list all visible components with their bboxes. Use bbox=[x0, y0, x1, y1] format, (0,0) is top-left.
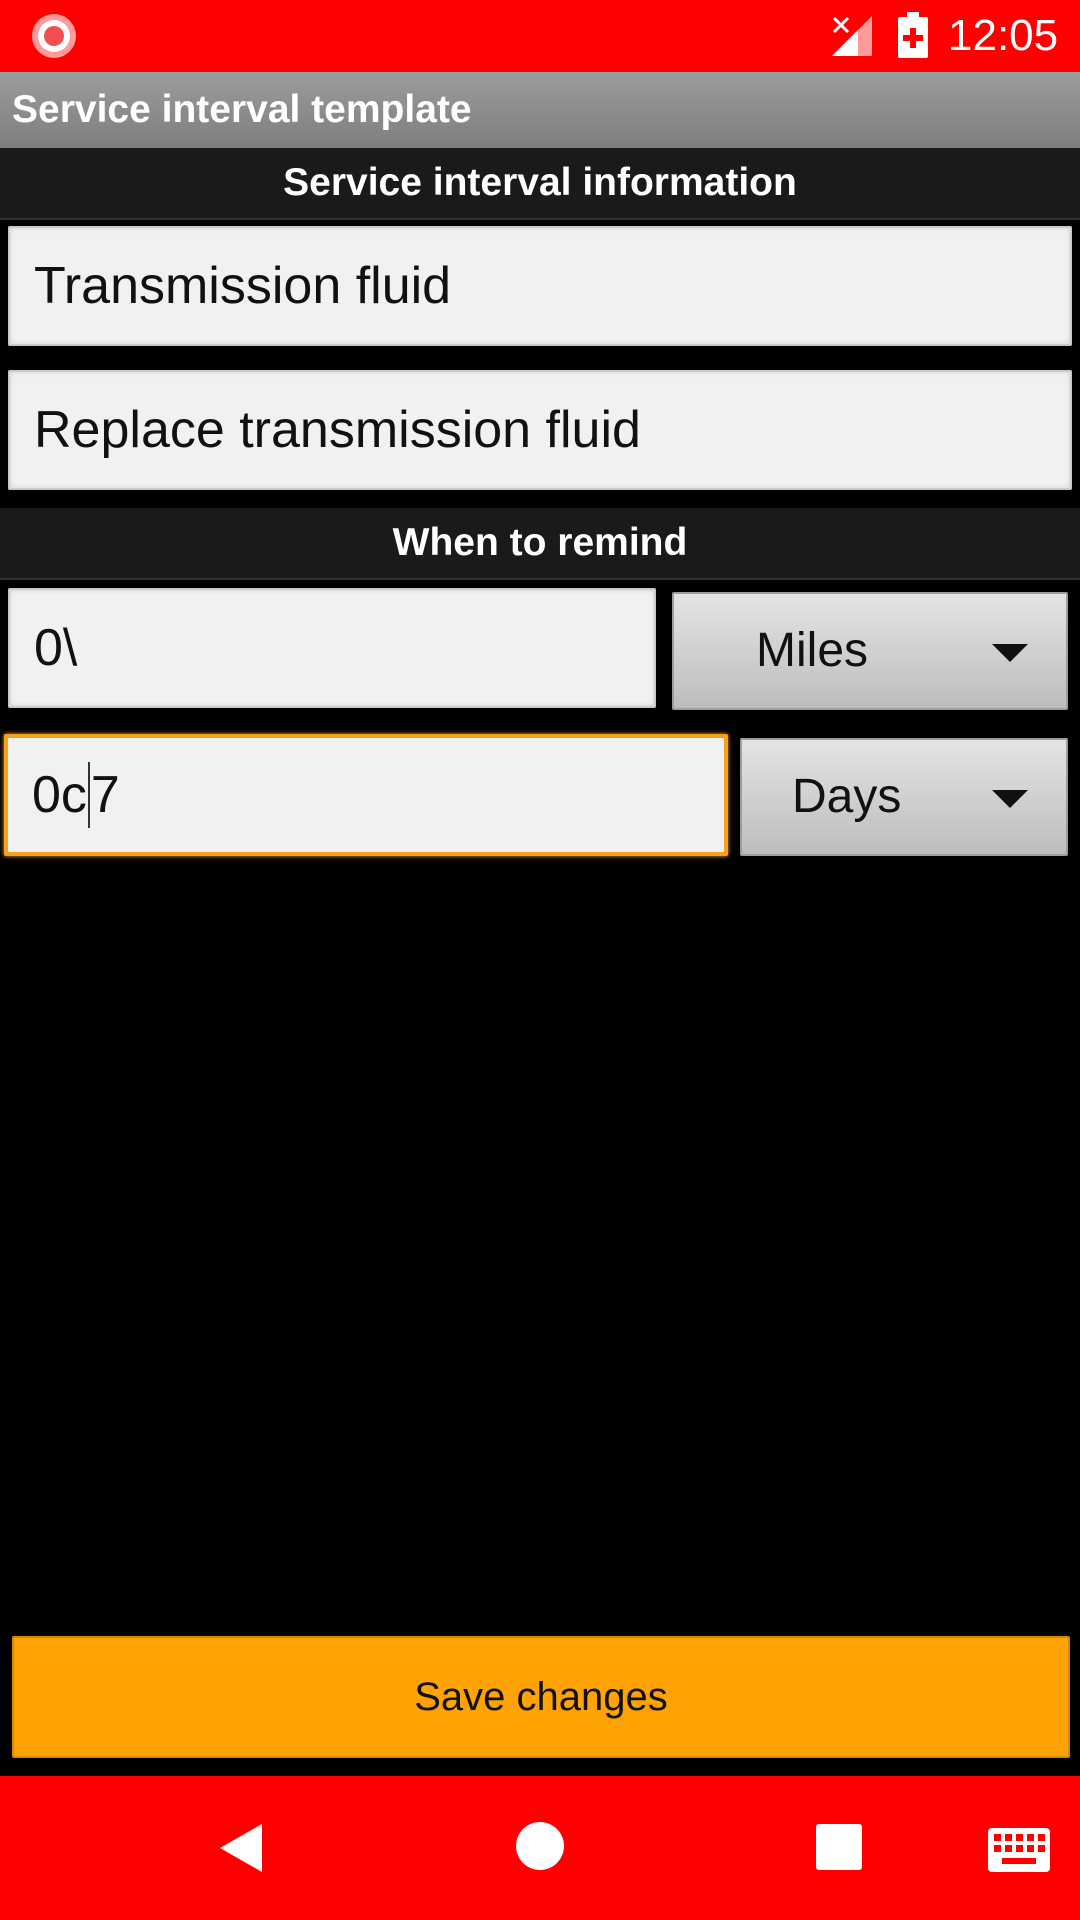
days-interval-field[interactable]: 0c 7 bbox=[4, 734, 728, 856]
description-field[interactable]: Replace transmission fluid bbox=[8, 370, 1072, 490]
record-icon bbox=[32, 14, 76, 58]
section-header-remind: When to remind bbox=[0, 508, 1080, 580]
battery-charging-icon bbox=[898, 12, 928, 58]
section-header-info: Service interval information bbox=[0, 148, 1080, 220]
page-title: Service interval template bbox=[12, 88, 472, 131]
distance-unit-spinner[interactable]: Miles bbox=[672, 592, 1068, 710]
status-time: 12:05 bbox=[948, 11, 1059, 60]
dropdown-arrow-icon bbox=[992, 790, 1028, 808]
text-cursor bbox=[87, 762, 90, 828]
days-interval-value-before-cursor: 0c bbox=[32, 766, 87, 824]
distance-unit-label: Miles bbox=[756, 624, 869, 677]
navigation-bar bbox=[0, 1776, 1080, 1920]
dropdown-arrow-icon bbox=[992, 644, 1028, 662]
keyboard-icon[interactable] bbox=[988, 1828, 1050, 1872]
miles-interval-value: 0\ bbox=[34, 619, 78, 677]
name-field-value: Transmission fluid bbox=[34, 257, 452, 315]
description-field-value: Replace transmission fluid bbox=[34, 401, 641, 459]
name-field[interactable]: Transmission fluid bbox=[8, 226, 1072, 346]
recents-icon[interactable] bbox=[816, 1824, 862, 1870]
signal-off-icon bbox=[832, 16, 872, 56]
miles-interval-field[interactable]: 0\ bbox=[8, 588, 656, 708]
time-unit-label: Days bbox=[792, 770, 902, 823]
time-unit-spinner[interactable]: Days bbox=[740, 738, 1068, 856]
home-icon[interactable] bbox=[516, 1822, 564, 1870]
days-interval-value-after-cursor: 7 bbox=[90, 766, 120, 824]
save-changes-button[interactable]: Save changes bbox=[12, 1636, 1070, 1758]
back-icon[interactable] bbox=[216, 1822, 264, 1874]
action-bar: Service interval template bbox=[0, 72, 1080, 148]
screen: 12:05 Service interval template Service … bbox=[0, 0, 1080, 1920]
status-bar: 12:05 bbox=[0, 0, 1080, 72]
